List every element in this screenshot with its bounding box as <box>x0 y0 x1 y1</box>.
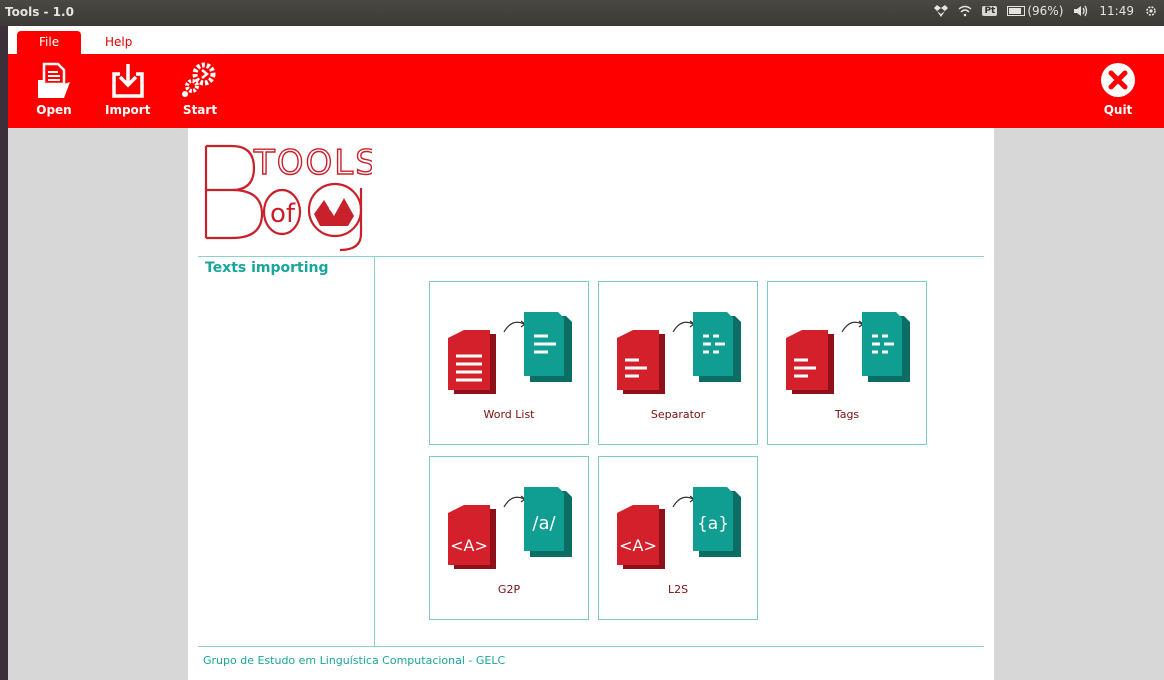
quit-label: Quit <box>1103 103 1133 117</box>
open-label: Open <box>36 103 72 117</box>
g2p-card[interactable]: <A> /a/ G2P <box>429 456 589 620</box>
start-label: Start <box>182 103 218 117</box>
l2s-glyph: {a} <box>697 514 729 534</box>
letter-to-sound-icon: <A> {a} <box>617 487 741 569</box>
tab-file[interactable]: File <box>17 31 82 54</box>
folder-document-icon <box>38 62 70 98</box>
header-divider <box>198 256 984 257</box>
separator-label: Separator <box>650 408 706 421</box>
start-button[interactable]: Start <box>180 60 220 117</box>
bag-of-tools-logo: TOOLS of <box>204 142 372 252</box>
svg-text:<A>: <A> <box>619 536 657 555</box>
settings-gear-icon[interactable] <box>1144 4 1158 18</box>
tags-card[interactable]: Tags <box>767 281 927 445</box>
gears-icon <box>182 62 216 97</box>
system-top-bar: Tools - 1.0 Pt (96%) 11:49 <box>0 0 1164 26</box>
grapheme-to-phoneme-icon: <A> /a/ <box>448 487 572 569</box>
clock[interactable]: 11:49 <box>1099 4 1134 18</box>
wifi-icon[interactable] <box>958 5 972 17</box>
close-circle-icon <box>1101 63 1135 97</box>
footer-divider <box>198 646 984 647</box>
column-divider <box>374 256 375 646</box>
menu-bar: File Help <box>8 26 1164 54</box>
tab-help[interactable]: Help <box>83 31 154 54</box>
logo-text-tools: TOOLS <box>253 143 372 183</box>
import-button[interactable]: Import <box>105 60 150 117</box>
l2s-card[interactable]: <A> {a} L2S <box>598 456 758 620</box>
document-to-document-icon <box>786 312 910 394</box>
document-to-document-icon <box>617 312 741 394</box>
toolbar-ribbon: Open Import Start Quit <box>8 54 1164 128</box>
open-button[interactable]: Open <box>34 60 74 117</box>
footer-text: Grupo de Estudo em Linguística Computaci… <box>203 654 506 667</box>
battery-icon <box>1007 6 1026 16</box>
word-list-label: Word List <box>483 408 535 421</box>
l2s-label: L2S <box>667 583 689 596</box>
separator-card[interactable]: Separator <box>598 281 758 445</box>
word-list-card[interactable]: Word List <box>429 281 589 445</box>
download-tray-icon <box>111 64 144 98</box>
dropbox-icon[interactable] <box>934 5 949 17</box>
document-to-document-icon <box>448 312 572 394</box>
window-title: Tools - 1.0 <box>5 5 74 19</box>
svg-text:<A>: <A> <box>450 536 488 555</box>
main-panel: TOOLS of Texts importing Word List Separ… <box>188 128 994 680</box>
logo-text-of: of <box>270 199 296 229</box>
keyboard-layout-indicator[interactable]: Pt <box>982 6 998 16</box>
import-label: Import <box>105 103 151 117</box>
g2p-glyph: /a/ <box>532 513 556 534</box>
battery-indicator[interactable]: (96%) <box>1007 4 1063 18</box>
battery-percent: (96%) <box>1027 4 1064 18</box>
volume-icon[interactable] <box>1073 5 1089 17</box>
tags-label: Tags <box>834 408 860 421</box>
quit-button[interactable]: Quit <box>1098 60 1138 117</box>
launcher-edge <box>0 26 8 680</box>
section-title: Texts importing <box>205 260 329 276</box>
system-tray: Pt (96%) 11:49 <box>934 4 1158 18</box>
g2p-label: G2P <box>497 583 521 596</box>
